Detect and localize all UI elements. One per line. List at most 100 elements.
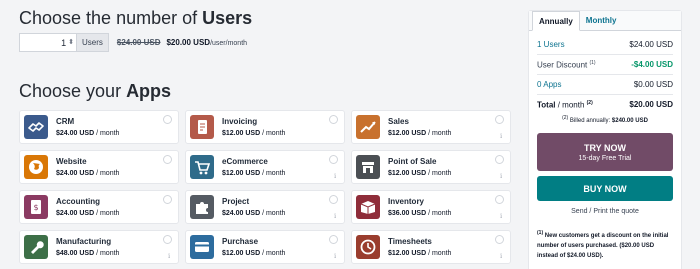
summary-apps-link[interactable]: 0 Apps — [537, 80, 561, 89]
app-name: Timesheets — [388, 237, 432, 246]
app-select-checkbox[interactable] — [495, 235, 504, 244]
app-price-value: $12.00 USD — [388, 250, 427, 257]
users-selector: 1 ⬍ Users $24.00 USD $20.00 USD/user/mon… — [19, 33, 247, 52]
app-price: $24.00 USD / month — [222, 210, 285, 217]
buy-now-button[interactable]: BUY NOW — [537, 176, 673, 201]
app-price: $12.00 USD / month — [388, 250, 451, 257]
app-card[interactable]: Point of Sale $12.00 USD / month i — [351, 150, 511, 184]
spinner-arrows-icon[interactable]: ⬍ — [68, 39, 74, 46]
app-select-checkbox[interactable] — [495, 115, 504, 124]
app-price: $12.00 USD / month — [222, 170, 285, 177]
summary-users-line: 1 Users $24.00 USD — [529, 35, 681, 54]
app-card[interactable]: Website $24.00 USD / month — [19, 150, 179, 184]
info-icon[interactable]: i — [334, 213, 336, 220]
users-heading-bold: Users — [202, 8, 253, 28]
info-icon[interactable]: i — [500, 253, 502, 260]
app-select-checkbox[interactable] — [329, 115, 338, 124]
app-select-checkbox[interactable] — [163, 195, 172, 204]
app-price-period: / month — [426, 250, 452, 257]
try-now-button[interactable]: TRY NOW 15-day Free Trial — [537, 133, 673, 171]
info-icon[interactable]: i — [168, 253, 170, 260]
info-icon[interactable]: i — [334, 173, 336, 180]
app-select-checkbox[interactable] — [329, 155, 338, 164]
app-price-period: / month — [260, 170, 286, 177]
app-select-checkbox[interactable] — [329, 195, 338, 204]
app-text: Invoicing $12.00 USD / month — [222, 117, 285, 137]
billed-value: $240.00 USD — [611, 118, 648, 124]
app-text: Website $24.00 USD / month — [56, 157, 119, 177]
app-card[interactable]: Timesheets $12.00 USD / month i — [351, 230, 511, 264]
app-price: $12.00 USD / month — [388, 130, 451, 137]
svg-text:$: $ — [33, 203, 38, 212]
app-price-period: / month — [94, 170, 120, 177]
app-name: Inventory — [388, 197, 425, 206]
app-price: $24.00 USD / month — [56, 170, 119, 177]
app-card[interactable]: eCommerce $12.00 USD / month i — [185, 150, 345, 184]
app-text: Sales $12.00 USD / month — [388, 117, 451, 137]
app-select-checkbox[interactable] — [163, 155, 172, 164]
summary-total-line: Total / month (2) $20.00 USD — [529, 95, 681, 114]
discount-footnote: (1) New customers get a discount on the … — [537, 228, 673, 261]
app-card[interactable]: Inventory $36.00 USD / month i — [351, 190, 511, 224]
app-text: CRM $24.00 USD / month — [56, 117, 119, 137]
summary-users-link[interactable]: 1 Users — [537, 40, 565, 49]
app-select-checkbox[interactable] — [163, 115, 172, 124]
point-of-sale-store-icon — [356, 155, 380, 179]
app-price: $24.00 USD / month — [56, 130, 119, 137]
app-card[interactable]: Project $24.00 USD / month i — [185, 190, 345, 224]
app-price: $24.00 USD / month — [56, 210, 119, 217]
app-price-value: $12.00 USD — [388, 130, 427, 137]
tab-annually[interactable]: Annually — [532, 11, 580, 31]
app-card[interactable]: $ Accounting $24.00 USD / month — [19, 190, 179, 224]
app-select-checkbox[interactable] — [495, 195, 504, 204]
app-price: $12.00 USD / month — [388, 170, 451, 177]
app-name: Manufacturing — [56, 237, 112, 246]
accounting-document-icon: $ — [24, 195, 48, 219]
info-icon[interactable]: i — [334, 253, 336, 260]
tab-monthly[interactable]: Monthly — [580, 11, 623, 30]
app-card[interactable]: Manufacturing $48.00 USD / month i — [19, 230, 179, 264]
info-icon[interactable]: i — [500, 173, 502, 180]
info-icon[interactable]: i — [500, 133, 502, 140]
invoice-document-icon — [190, 115, 214, 139]
app-card[interactable]: CRM $24.00 USD / month — [19, 110, 179, 144]
summary-discount-line: User Discount (1) -$4.00 USD — [529, 55, 681, 74]
app-select-checkbox[interactable] — [163, 235, 172, 244]
app-card[interactable]: Invoicing $12.00 USD / month — [185, 110, 345, 144]
app-price-period: / month — [94, 250, 120, 257]
timesheets-clock-icon — [356, 235, 380, 259]
app-price-period: / month — [260, 250, 286, 257]
free-trial-label: 15-day Free Trial — [578, 154, 632, 162]
users-heading: Choose the number of Users — [19, 8, 252, 29]
app-card[interactable]: Sales $12.00 USD / month i — [351, 110, 511, 144]
user-count-value: 1 — [61, 37, 67, 48]
app-select-checkbox[interactable] — [495, 155, 504, 164]
inventory-box-icon — [356, 195, 380, 219]
app-name: Purchase — [222, 237, 259, 246]
send-print-quote-link[interactable]: Send / Print the quote — [529, 208, 681, 215]
app-card[interactable]: Purchase $12.00 USD / month i — [185, 230, 345, 264]
app-price-value: $12.00 USD — [388, 170, 427, 177]
info-icon[interactable]: i — [500, 213, 502, 220]
app-price-period: / month — [94, 210, 120, 217]
discount-value: -$4.00 USD — [631, 60, 673, 69]
app-price-value: $12.00 USD — [222, 130, 261, 137]
app-select-checkbox[interactable] — [329, 235, 338, 244]
app-price-period: / month — [260, 210, 286, 217]
try-now-label: TRY NOW — [584, 142, 626, 153]
app-text: Inventory $36.00 USD / month — [388, 197, 451, 217]
app-price-value: $24.00 USD — [56, 130, 95, 137]
user-count-input[interactable]: 1 ⬍ — [19, 33, 76, 52]
app-name: CRM — [56, 117, 75, 126]
app-name: Point of Sale — [388, 157, 437, 166]
app-name: Accounting — [56, 197, 100, 206]
app-name: Sales — [388, 117, 409, 126]
app-price: $48.00 USD / month — [56, 250, 119, 257]
total-value: $20.00 USD — [629, 100, 673, 109]
new-user-price: $20.00 USD/user/month — [166, 38, 247, 47]
billed-annually-note: (2) Billed annually: $240.00 USD — [529, 115, 681, 124]
app-name: Invoicing — [222, 117, 258, 126]
users-unit-tag: Users — [76, 33, 109, 52]
ecommerce-cart-icon — [190, 155, 214, 179]
purchase-card-icon — [190, 235, 214, 259]
